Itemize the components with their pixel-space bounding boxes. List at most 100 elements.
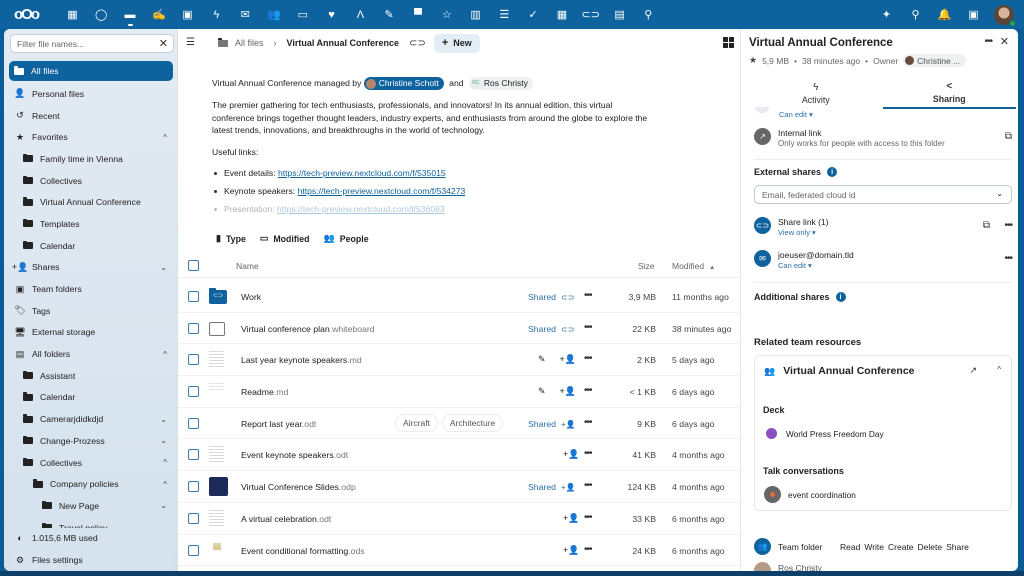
app-analytics-icon[interactable]: Ʌ xyxy=(346,0,375,29)
chevron-up-icon[interactable]: ^ xyxy=(997,365,1001,374)
permission-share[interactable]: Share xyxy=(946,542,969,552)
row-checkbox[interactable] xyxy=(188,512,199,524)
more-actions-icon[interactable]: ••• xyxy=(584,417,592,428)
app-links-icon[interactable]: ⊂⊃ xyxy=(576,0,605,29)
external-share-input[interactable]: Email, federated cloud id ⌄ xyxy=(754,185,1012,204)
copy-icon[interactable]: ⧉ xyxy=(983,220,990,231)
sidebar-item-collectives[interactable]: Collectives ^ xyxy=(9,452,173,474)
user-avatar[interactable] xyxy=(994,4,1016,27)
file-row[interactable]: Event keynote speakers.odt +👤 ••• 41 KB 4 mo… xyxy=(178,439,740,472)
app-tasks-icon[interactable]: ✓ xyxy=(519,0,548,29)
row-checkbox[interactable] xyxy=(188,544,199,556)
sidebar-item-assistant[interactable]: Assistant xyxy=(9,365,173,387)
sidebar-item-new-page[interactable]: New Page ⌄ xyxy=(9,495,173,517)
permission-write[interactable]: Write xyxy=(864,542,884,552)
sidebar-item-company-policies[interactable]: Company policies ^ xyxy=(9,473,173,495)
app-dashboard-icon[interactable]: ▦ xyxy=(58,0,87,29)
more-actions-icon[interactable]: ••• xyxy=(584,544,592,555)
file-name[interactable]: A virtual celebration.odt xyxy=(241,514,331,524)
tab-sharing[interactable]: < Sharing xyxy=(882,77,1016,109)
open-external-icon[interactable]: ↗ xyxy=(969,365,977,376)
sidebar-item-templates[interactable]: Templates xyxy=(9,213,173,235)
user-chip-ros[interactable]: RC Ros Christy xyxy=(468,77,533,91)
ai-sparkle-icon[interactable]: ✦ xyxy=(872,0,901,29)
row-checkbox[interactable] xyxy=(188,417,199,429)
share-add-icon[interactable]: +👤 xyxy=(563,449,579,460)
info-icon[interactable]: i xyxy=(835,292,846,302)
row-checkbox[interactable] xyxy=(188,322,199,334)
more-actions-icon[interactable]: ••• xyxy=(1004,220,1012,231)
app-maps-icon[interactable]: ⚲ xyxy=(634,0,663,29)
app-notes-icon[interactable]: ✎ xyxy=(375,0,404,29)
sidebar-item-external-storage[interactable]: 🖥 External storage xyxy=(9,322,173,344)
sidebar-item-team-folders[interactable]: ▣ Team folders xyxy=(9,278,173,300)
file-name[interactable]: Virtual Conference Slides.odp xyxy=(241,482,356,492)
row-checkbox[interactable] xyxy=(188,481,199,493)
chevron-up-icon[interactable]: ^ xyxy=(163,480,167,489)
more-actions-icon[interactable]: ••• xyxy=(584,448,592,459)
sidebar-item-shares[interactable]: +👤 Shares ⌄ xyxy=(9,257,173,279)
owner-chip[interactable]: Christine ... xyxy=(903,54,967,67)
link-url[interactable]: https://tech-preview.nextcloud.com/f/536… xyxy=(277,204,445,214)
sidebar-item-family-time-in-vienna[interactable]: Family time in Vienna xyxy=(9,148,173,170)
files-settings-button[interactable]: ⚙ Files settings xyxy=(9,549,173,571)
filter-type[interactable]: ▮ Type xyxy=(216,233,246,244)
file-name[interactable]: Readme.md xyxy=(241,387,288,397)
app-contacts-icon[interactable]: 👥 xyxy=(260,0,289,29)
permission-delete[interactable]: Delete xyxy=(918,542,943,552)
sidebar-item-calendar[interactable]: Calendar xyxy=(9,235,173,257)
breadcrumb-all-files[interactable]: All files xyxy=(218,38,264,48)
share-add-icon[interactable]: +👤 xyxy=(563,545,579,556)
link-url[interactable]: https://tech-preview.nextcloud.com/f/534… xyxy=(298,186,466,196)
permission-read[interactable]: Read xyxy=(840,542,860,552)
sidebar-item-change-prozess[interactable]: Change-Prozess ⌄ xyxy=(9,430,173,452)
file-row[interactable]: Virtual Conference Slides.odp Shared +👤 •••… xyxy=(178,471,740,503)
file-row[interactable]: A virtual celebration.odt +👤 ••• 33 KB 6 mon… xyxy=(178,503,740,535)
edit-icon[interactable]: ✎ xyxy=(538,386,546,397)
sidebar-item-camerarjdidkdjd[interactable]: Camerarjdidkdjd ⌄ xyxy=(9,408,173,430)
toggle-navigation-icon[interactable]: ☰ xyxy=(186,37,195,48)
sidebar-item-recent[interactable]: ↺ Recent xyxy=(9,105,173,127)
more-actions-icon[interactable]: ••• xyxy=(584,385,592,396)
app-assistant-star-icon[interactable]: ☆ xyxy=(432,0,461,29)
clear-filter-icon[interactable]: ✕ xyxy=(159,37,168,50)
column-size[interactable]: Size xyxy=(638,261,655,271)
file-name[interactable]: Virtual conference plan.whiteboard xyxy=(241,324,375,334)
chevron-down-icon[interactable]: ⌄ xyxy=(160,501,167,510)
share-add-icon[interactable]: +👤 xyxy=(563,513,579,524)
filter-modified[interactable]: ▭ Modified xyxy=(260,233,310,244)
app-calendar-icon[interactable]: ▭ xyxy=(288,0,317,29)
file-name[interactable]: Event conditional formatting.ods xyxy=(241,546,365,556)
nextcloud-logo[interactable]: oOo xyxy=(8,6,44,24)
app-forms-icon[interactable]: ▤ xyxy=(605,0,634,29)
shared-status[interactable]: Shared +👤 xyxy=(528,419,576,429)
app-mail-icon[interactable]: ✉ xyxy=(231,0,260,29)
app-search-unified-icon[interactable]: ◯ xyxy=(87,0,116,29)
permission-dropdown[interactable]: View only ▾ xyxy=(778,228,816,237)
permission-dropdown[interactable]: Can edit ▾ xyxy=(779,110,813,119)
column-name[interactable]: Name xyxy=(236,261,259,271)
chevron-up-icon[interactable]: ^ xyxy=(163,133,167,142)
row-checkbox[interactable] xyxy=(188,449,199,461)
sidebar-item-favorites[interactable]: ★ Favorites ^ xyxy=(9,126,173,148)
more-actions-icon[interactable]: ••• xyxy=(584,353,592,364)
app-deck-stack-icon[interactable]: ▀ xyxy=(404,0,433,29)
shared-status[interactable]: Shared ⊂⊃ xyxy=(528,324,574,334)
file-row[interactable]: Report last year.odt Aircraft Architecture… xyxy=(178,408,740,440)
talk-conversation-item[interactable]: event coordination xyxy=(764,486,856,503)
share-add-icon[interactable]: +👤 xyxy=(560,354,576,365)
more-actions-icon[interactable]: ••• xyxy=(584,290,592,301)
notifications-icon[interactable]: 🔔 xyxy=(930,0,959,29)
file-row[interactable]: Work Shared ⊂⊃ ••• 3,9 MB 11 months ago xyxy=(178,281,740,313)
app-favorites-icon[interactable]: ♥ xyxy=(317,0,346,29)
row-checkbox[interactable] xyxy=(188,386,199,398)
sidebar-item-all-folders[interactable]: ▤ All folders ^ xyxy=(9,343,173,365)
sidebar-item-personal-files[interactable]: 👤 Personal files xyxy=(9,83,173,105)
deck-board-item[interactable]: World Press Freedom Day xyxy=(766,428,884,439)
user-chip-christine[interactable]: Christine Schott xyxy=(363,77,444,91)
favorite-star-icon[interactable]: ★ xyxy=(749,55,757,66)
file-row[interactable]: Last year keynote speakers.md ✎ +👤 ••• 2 KB 5… xyxy=(178,344,740,377)
new-button[interactable]: + New xyxy=(433,33,480,53)
search-icon[interactable]: ⚲ xyxy=(901,0,930,29)
breadcrumb-current[interactable]: Virtual Annual Conference xyxy=(287,38,400,48)
